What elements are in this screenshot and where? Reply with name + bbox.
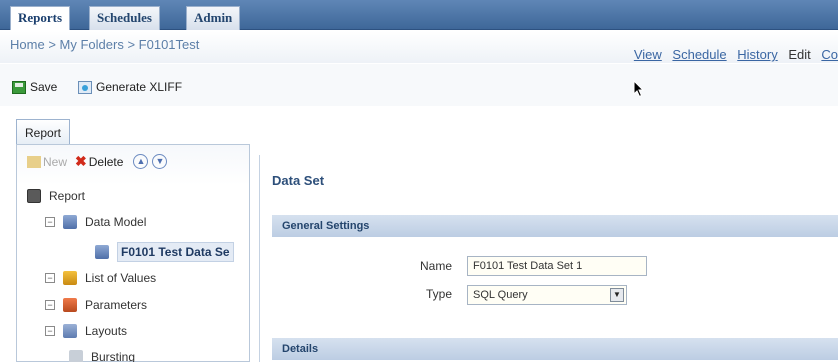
breadcrumb-separator: > xyxy=(127,37,136,52)
new-icon xyxy=(27,155,41,168)
data-model-icon xyxy=(63,215,77,229)
tree-node-bursting[interactable]: Bursting xyxy=(69,350,135,362)
schedule-link[interactable]: Schedule xyxy=(672,47,726,62)
save-icon xyxy=(12,80,26,94)
tree-label-layouts: Layouts xyxy=(85,324,128,338)
tree-label-report: Report xyxy=(49,189,86,203)
breadcrumb-row: Home > My Folders > F0101Test View Sched… xyxy=(0,31,838,63)
tree-label-bursting: Bursting xyxy=(91,350,136,362)
tree-node-list-of-values[interactable]: − List of Values xyxy=(45,271,156,285)
collapse-icon[interactable]: − xyxy=(45,217,55,227)
tree-label-data-model: Data Model xyxy=(85,215,147,229)
delete-button[interactable]: Delete xyxy=(89,155,124,169)
mouse-cursor-icon xyxy=(633,80,645,98)
chevron-down-icon[interactable]: ▼ xyxy=(610,288,624,302)
move-up-icon[interactable]: ▲ xyxy=(133,154,149,169)
breadcrumb-separator: > xyxy=(48,37,56,52)
breadcrumb-my-folders[interactable]: My Folders xyxy=(60,37,124,52)
save-button[interactable]: Save xyxy=(12,80,57,94)
parameters-icon xyxy=(63,298,77,312)
name-label: Name xyxy=(419,259,452,273)
history-link[interactable]: History xyxy=(737,47,777,62)
list-of-values-icon xyxy=(63,271,77,285)
report-icon xyxy=(27,189,41,203)
type-select[interactable]: SQL Query ▼ xyxy=(467,285,627,305)
breadcrumb: Home > My Folders > F0101Test xyxy=(10,37,199,52)
report-tree-panel: New ✖ Delete ▲ ▼ Report − Data Model F01… xyxy=(16,144,250,362)
tree-node-data-set[interactable]: F0101 Test Data Se xyxy=(95,242,234,262)
tree-node-parameters[interactable]: − Parameters xyxy=(45,298,147,312)
tab-schedules[interactable]: Schedules xyxy=(89,6,160,30)
generate-xliff-button[interactable]: Generate XLIFF xyxy=(78,80,182,94)
tree-label-list-of-values: List of Values xyxy=(85,271,157,285)
tree-toolbar: New ✖ Delete ▲ ▼ xyxy=(27,153,168,170)
breadcrumb-current: F0101Test xyxy=(138,37,200,52)
tab-report[interactable]: Report xyxy=(16,119,71,145)
type-select-value: SQL Query xyxy=(473,289,528,301)
collapse-icon[interactable]: − xyxy=(45,326,55,336)
edit-link[interactable]: Edit xyxy=(788,47,810,62)
collapse-icon[interactable]: − xyxy=(45,300,55,310)
collapse-icon[interactable]: − xyxy=(45,273,55,283)
tab-reports[interactable]: Reports xyxy=(10,6,71,30)
main-toolbar: Save Generate XLIFF xyxy=(0,64,838,106)
save-label: Save xyxy=(30,80,58,94)
generate-xliff-label: Generate XLIFF xyxy=(96,80,183,94)
view-link[interactable]: View xyxy=(634,47,662,62)
page-title: Data Set xyxy=(272,173,325,188)
report-actions: View Schedule History Edit Co xyxy=(627,47,838,62)
layouts-icon xyxy=(63,324,77,338)
new-button: New xyxy=(43,154,68,169)
delete-icon: ✖ xyxy=(75,153,87,169)
data-set-panel: Data Set General Settings Name Type SQL … xyxy=(259,155,838,362)
breadcrumb-home[interactable]: Home xyxy=(10,37,45,52)
tree-label-parameters: Parameters xyxy=(85,298,148,312)
tree-node-data-model[interactable]: − Data Model xyxy=(45,215,146,229)
name-field[interactable] xyxy=(467,256,647,276)
top-tab-bar: Reports Schedules Admin xyxy=(0,0,838,30)
type-label: Type xyxy=(425,287,452,301)
details-header: Details xyxy=(272,338,838,360)
move-down-icon[interactable]: ▼ xyxy=(152,154,168,169)
tree-node-layouts[interactable]: − Layouts xyxy=(45,324,127,338)
general-settings-header: General Settings xyxy=(272,215,838,237)
tree-node-report[interactable]: Report xyxy=(27,189,85,203)
tab-admin[interactable]: Admin xyxy=(186,6,241,30)
data-set-icon xyxy=(95,245,109,259)
bursting-icon xyxy=(69,350,83,362)
xliff-icon xyxy=(78,80,92,94)
configure-link[interactable]: Co xyxy=(821,47,838,62)
tree-label-data-set: F0101 Test Data Se xyxy=(117,242,234,262)
